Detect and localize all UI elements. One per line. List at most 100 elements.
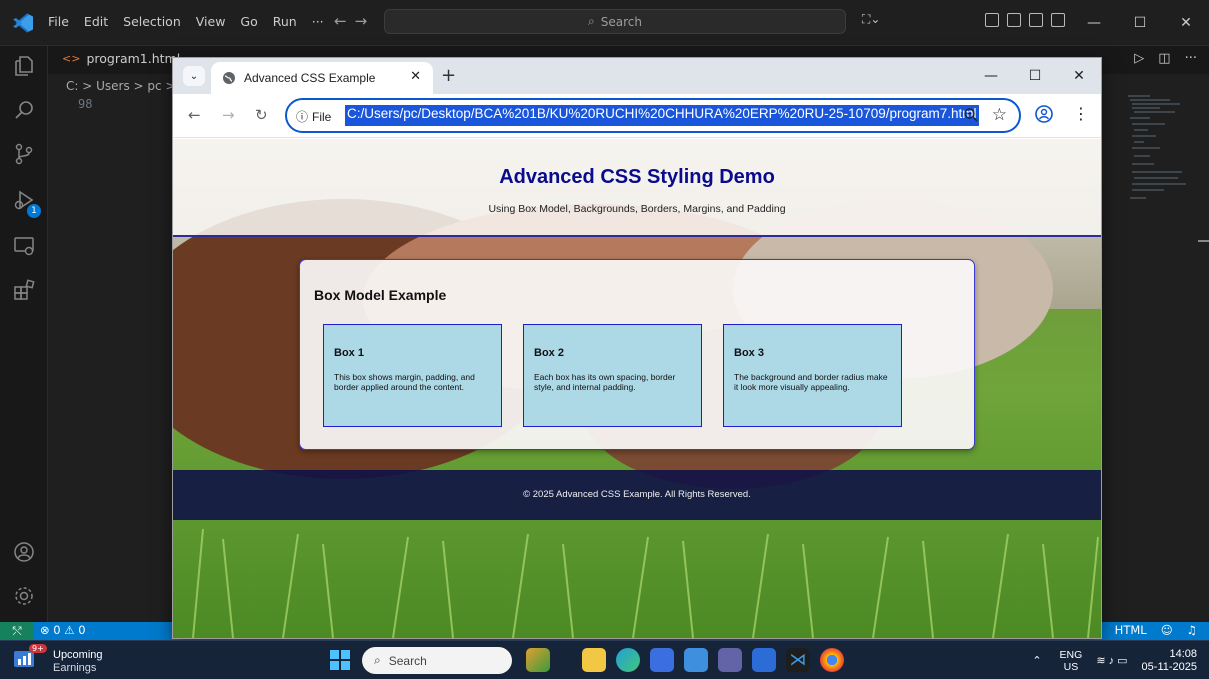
microsoft-store-icon[interactable] [650, 648, 674, 672]
extensions-icon[interactable] [12, 278, 36, 302]
settings-gear-icon[interactable] [12, 584, 36, 608]
browser-toolbar: ← → ↻ ⓘ File C:/Users/pc/Desktop/BCA%201… [173, 94, 1101, 138]
browser-tab-active[interactable]: Advanced CSS Example ✕ [211, 62, 433, 94]
taskbar-search-placeholder: Search [388, 653, 427, 668]
box-title: Box 2 [534, 347, 564, 359]
url-text[interactable]: C:/Users/pc/Desktop/BCA%201B/KU%20RUCHI%… [345, 105, 979, 126]
more-actions-icon[interactable]: ··· [1185, 51, 1197, 66]
language-mode[interactable]: HTML [1115, 623, 1147, 637]
box-title: Box 1 [334, 347, 364, 359]
browser-close-icon[interactable]: ✕ [1057, 58, 1101, 94]
editor-tab-program1[interactable]: <> program1.html [62, 51, 180, 66]
menu-go[interactable]: Go [240, 14, 257, 29]
box-text: The background and border radius make it… [734, 372, 888, 392]
browser-menu-kebab-icon[interactable]: ⋮ [1073, 104, 1089, 123]
remote-explorer-icon[interactable] [12, 234, 36, 258]
minimize-icon[interactable]: — [1071, 0, 1117, 46]
editor-scroll-indicator[interactable] [1198, 240, 1209, 242]
menu-view[interactable]: View [196, 14, 226, 29]
tab-close-icon[interactable]: ✕ [410, 69, 421, 84]
edge-browser-icon[interactable] [616, 648, 640, 672]
account-icon[interactable] [12, 540, 36, 564]
line-number: 98 [78, 97, 93, 111]
box-1: Box 1 This box shows margin, padding, an… [323, 324, 502, 427]
vscode-menu-bar: File Edit Selection View Go Run ··· [48, 14, 324, 29]
new-tab-plus-icon[interactable]: + [441, 65, 456, 86]
browser-tab-title: Advanced CSS Example [244, 71, 376, 85]
browser-maximize-icon[interactable]: ☐ [1013, 58, 1057, 94]
search-icon: ⌕ [588, 14, 595, 28]
layout-controls [985, 13, 1065, 27]
reload-icon[interactable]: ↻ [255, 106, 268, 124]
clock-date: 05-11-2025 [1141, 660, 1197, 673]
vscode-command-search[interactable]: ⌕ Search [384, 9, 846, 34]
remote-indicator-icon[interactable]: ⤲ [0, 622, 34, 640]
tray-chevron-icon[interactable]: ⌃ [1032, 654, 1041, 667]
chrome-icon[interactable] [820, 648, 844, 672]
menu-edit[interactable]: Edit [84, 14, 108, 29]
breadcrumb[interactable]: C: > Users > pc > D [66, 79, 189, 93]
profile-avatar-icon[interactable] [1035, 105, 1053, 123]
explorer-icon[interactable] [12, 54, 36, 78]
taskbar-search-icon: ⌕ [374, 653, 381, 667]
language-indicator[interactable]: ENG US [1060, 649, 1083, 673]
split-editor-icon[interactable]: ◫ [1158, 51, 1170, 66]
word-icon[interactable] [752, 648, 776, 672]
problems-count[interactable]: ⊗ 0 ⚠ 0 [40, 623, 86, 637]
clock[interactable]: 14:08 05-11-2025 [1142, 648, 1197, 674]
language-code: ENG [1059, 648, 1083, 661]
customize-layout-icon[interactable] [985, 13, 999, 27]
widgets-button[interactable]: Upcoming Earnings [53, 649, 103, 675]
web-page: Advanced CSS Styling Demo Using Box Mode… [173, 139, 1101, 638]
minimap[interactable] [1120, 92, 1190, 212]
box-3: Box 3 The background and border radius m… [723, 324, 902, 427]
windows-start-icon[interactable] [330, 650, 350, 670]
menu-run[interactable]: Run [273, 14, 297, 29]
box-title: Box 3 [734, 347, 764, 359]
toggle-sidebar-icon[interactable] [1007, 13, 1021, 27]
notifications-bell-icon[interactable]: ♫ [1187, 623, 1197, 637]
copilot-status-icon[interactable]: ☺ [1161, 623, 1173, 637]
copilot-icon[interactable]: ⛶⌄ [862, 12, 880, 27]
tab-search-chevron-icon[interactable]: ⌄ [183, 66, 205, 86]
page-footer: © 2025 Advanced CSS Example. All Rights … [173, 470, 1101, 520]
menu-more[interactable]: ··· [312, 14, 324, 29]
vscode-search-placeholder: Search [600, 14, 642, 29]
browser-window: ⌄ Advanced CSS Example ✕ + — ☐ ✕ ← → ↻ ⓘ… [173, 58, 1101, 638]
menu-selection[interactable]: Selection [123, 14, 181, 29]
teams-icon[interactable] [718, 648, 742, 672]
close-icon[interactable]: ✕ [1163, 0, 1209, 46]
site-info-chip[interactable]: ⓘ File [296, 108, 331, 125]
toggle-secondary-sidebar-icon[interactable] [1051, 13, 1065, 27]
browser-tab-strip: ⌄ Advanced CSS Example ✕ + — ☐ ✕ [173, 58, 1101, 94]
source-control-icon[interactable] [12, 142, 36, 166]
browser-minimize-icon[interactable]: — [969, 58, 1013, 94]
taskbar-search-box[interactable]: ⌕ Search [362, 647, 512, 674]
zoom-icon[interactable] [963, 107, 979, 123]
vscode-taskbar-icon[interactable]: ⋊ [786, 648, 810, 672]
vscode-nav-arrows[interactable]: ←→ [334, 12, 375, 30]
search-sidebar-icon[interactable] [12, 98, 36, 122]
toggle-panel-icon[interactable] [1029, 13, 1043, 27]
page-subtitle: Using Box Model, Backgrounds, Borders, M… [488, 203, 786, 215]
address-bar[interactable]: ⓘ File C:/Users/pc/Desktop/BCA%201B/KU%2… [285, 98, 1021, 133]
file-explorer-icon[interactable] [582, 648, 606, 672]
photos-icon[interactable] [684, 648, 708, 672]
info-icon: ⓘ [296, 110, 309, 124]
html-file-icon: <> [62, 52, 81, 65]
maximize-icon[interactable]: ☐ [1117, 0, 1163, 46]
vscode-title-bar: File Edit Selection View Go Run ··· ←→ ⌕… [0, 0, 1209, 46]
taskbar-app-copilot-icon[interactable] [526, 648, 550, 672]
vscode-logo-icon [13, 13, 33, 33]
footer-text: © 2025 Advanced CSS Example. All Rights … [523, 489, 751, 500]
globe-icon [223, 72, 235, 84]
widget-subtitle: Earnings [53, 662, 97, 674]
wifi-volume-battery-icon[interactable]: ≋ ♪ ▭ [1096, 654, 1127, 667]
back-arrow-icon[interactable]: ← [188, 106, 201, 124]
forward-arrow-icon[interactable]: → [222, 106, 235, 124]
menu-file[interactable]: File [48, 14, 69, 29]
system-tray: ⌃ ENG US ≋ ♪ ▭ 14:08 05-11-2025 [1032, 641, 1209, 679]
bookmark-star-icon[interactable]: ☆ [992, 105, 1007, 125]
run-icon[interactable]: ▷ [1134, 51, 1144, 66]
browser-window-controls: — ☐ ✕ [969, 58, 1101, 94]
